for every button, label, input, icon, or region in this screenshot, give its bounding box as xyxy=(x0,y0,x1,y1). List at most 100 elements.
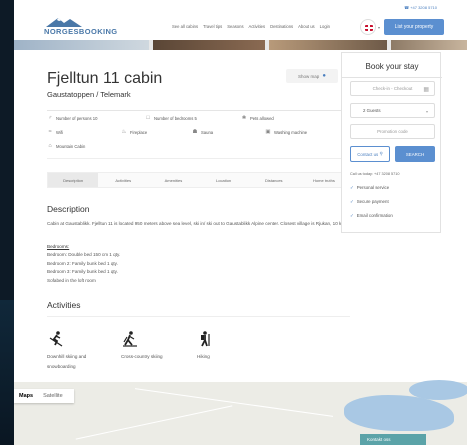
map-type-tabs: Maps Satellite xyxy=(14,389,74,403)
nav-login[interactable]: Login xyxy=(320,24,330,29)
listing-tabs: Description Activities Amenities Locatio… xyxy=(47,172,350,188)
feature-washing-machine: ▣ Washing machine xyxy=(265,129,307,135)
tab-amenities[interactable]: Amenities xyxy=(148,173,198,187)
nav-seasons[interactable]: Seasons xyxy=(227,24,243,29)
feature-persons: ♂ Number of persons 10 xyxy=(47,115,98,121)
tab-location[interactable]: Location xyxy=(199,173,249,187)
contact-us-button[interactable]: Contact us ⚲ xyxy=(350,146,390,162)
activity-label: Downhill skiing and snowboarding xyxy=(47,354,87,369)
nav-travel-tips[interactable]: Travel tips xyxy=(203,24,222,29)
bedroom-line: Bedroom: Double bed 150 cm 1 qty. xyxy=(47,252,121,258)
booking-heading: Book your stay xyxy=(365,62,419,71)
guests-select[interactable]: 2 Guests ▾ xyxy=(350,103,435,118)
promo-placeholder: Promotion code xyxy=(377,129,408,134)
promotion-code-field[interactable]: Promotion code xyxy=(350,124,435,139)
map-tab-satellite[interactable]: Satellite xyxy=(38,389,68,403)
feature-bedrooms: □ Number of bedrooms 5 xyxy=(145,115,197,121)
feature-wifi: ≈ Wifi xyxy=(47,129,63,135)
feature-label: Pets allowed xyxy=(250,115,274,121)
header-phone[interactable]: ☎ +47 3208 5710 xyxy=(404,5,437,10)
listing-location: Gaustatoppen / Telemark xyxy=(47,90,131,99)
nav-see-all-cabins[interactable]: See all cabins xyxy=(172,24,198,29)
site-header: ☎ +47 3208 5710 NORGESBOOKING See all ca… xyxy=(14,0,467,40)
dates-field[interactable]: Check-in - Checkout ▦ xyxy=(350,81,435,96)
list-property-button[interactable]: List your property xyxy=(384,19,444,35)
dates-placeholder: Check-in - Checkout xyxy=(372,86,413,91)
mountain-cabin-icon: ⌂ xyxy=(48,143,52,149)
check-icon: ✓ xyxy=(350,213,354,218)
photo-gallery-strip[interactable] xyxy=(14,40,467,50)
search-button[interactable]: SEARCH xyxy=(395,146,435,162)
divider xyxy=(47,316,350,317)
tab-distances[interactable]: Distances xyxy=(249,173,299,187)
fireplace-icon: ♨ xyxy=(121,129,127,135)
contact-us-label: Contact us xyxy=(357,151,379,157)
gallery-photo-2[interactable] xyxy=(153,40,265,50)
map-tab-map[interactable]: Maps xyxy=(14,389,38,403)
logo-text: NORGESBOOKING xyxy=(44,27,118,36)
norgesbooking-logo[interactable]: NORGESBOOKING xyxy=(44,16,117,36)
show-map-label: Show map xyxy=(298,73,320,79)
perk-label: Personal service xyxy=(356,185,390,190)
bed-icon: □ xyxy=(146,115,150,121)
feature-label: Fireplace xyxy=(130,129,148,135)
bedrooms-list: Bedrooms: Bedroom: Double bed 150 cm 1 q… xyxy=(47,243,120,285)
description-heading: Description xyxy=(47,204,90,214)
hiking-icon xyxy=(197,330,215,351)
activity-label: Cross-country skiing xyxy=(121,354,163,359)
paw-icon: ❀ xyxy=(241,115,247,121)
map-road xyxy=(75,405,233,440)
feature-fireplace: ♨ Fireplace xyxy=(121,129,148,135)
gallery-photo-3[interactable] xyxy=(269,40,387,50)
feature-label: Number of persons 10 xyxy=(56,115,98,121)
map-road xyxy=(134,388,334,417)
feature-sauna: ☗ Sauna xyxy=(192,129,214,135)
show-map-button[interactable]: Show map ● xyxy=(286,69,338,83)
calendar-icon: ▦ xyxy=(423,87,429,93)
booking-widget: Book your stay Check-in - Checkout ▦ 2 G… xyxy=(341,52,442,233)
main-nav: See all cabins Travel tips Seasons Activ… xyxy=(172,24,330,29)
check-icon: ✓ xyxy=(350,199,354,204)
divider xyxy=(47,158,350,159)
tab-description[interactable]: Description xyxy=(48,173,99,187)
bedroom-line: Bedroom 2: Family bunk bed 1 qty. xyxy=(47,260,118,266)
activities-heading: Activities xyxy=(47,300,81,310)
nav-about-us[interactable]: About us xyxy=(298,24,315,29)
gallery-photo-4[interactable] xyxy=(391,40,467,50)
downhill-skiing-icon xyxy=(47,330,65,351)
chevron-down-icon: ▾ xyxy=(425,109,428,114)
guests-value: 2 Guests xyxy=(363,108,381,113)
perk-item: ✓ Personal service xyxy=(350,185,389,191)
divider xyxy=(47,110,350,111)
feature-label: Wifi xyxy=(56,129,63,135)
language-flag-icon[interactable] xyxy=(360,19,376,35)
wifi-icon: ≈ xyxy=(48,129,52,135)
browser-page: ☎ +47 3208 5710 NORGESBOOKING See all ca… xyxy=(14,0,467,445)
bedrooms-title: Bedrooms: xyxy=(47,244,70,249)
tab-activities[interactable]: Activities xyxy=(98,173,148,187)
feature-label: Mountain Cabin xyxy=(56,143,86,149)
search-icon: ⚲ xyxy=(379,151,383,156)
perk-item: ✓ Secure payment xyxy=(350,199,389,205)
nav-activities[interactable]: Activities xyxy=(249,24,266,29)
nav-destinations[interactable]: Destinations xyxy=(270,24,293,29)
feature-label: Number of bedrooms 5 xyxy=(154,115,197,121)
language-chevron-down-icon[interactable]: ▾ xyxy=(378,25,380,30)
check-icon: ✓ xyxy=(350,185,354,190)
bedroom-line: Bedroom 3: Family bunk bed 1 qty. xyxy=(47,269,118,275)
activity-label: Hiking xyxy=(197,354,210,359)
kontakt-oss-button[interactable]: Kontakt oss xyxy=(360,434,426,445)
map-pin-icon: ● xyxy=(322,73,326,79)
map-lake xyxy=(409,380,467,400)
sauna-icon: ☗ xyxy=(192,129,198,135)
feature-pets: ❀ Pets allowed xyxy=(241,115,274,121)
perk-item: ✓ Email confirmation xyxy=(350,213,393,219)
gallery-photo-1[interactable] xyxy=(14,40,149,50)
feature-label: Washing machine xyxy=(274,129,308,135)
feature-cabin-type: ⌂ Mountain Cabin xyxy=(47,143,85,149)
perk-label: Email confirmation xyxy=(356,213,393,218)
call-us-text[interactable]: Call us today: +47 3208 5710 xyxy=(350,172,400,176)
person-icon: ♂ xyxy=(47,115,53,121)
description-text: Cabin at Gaustablikk. Fjelltun 11 is loc… xyxy=(47,221,347,226)
perk-label: Secure payment xyxy=(356,199,389,204)
